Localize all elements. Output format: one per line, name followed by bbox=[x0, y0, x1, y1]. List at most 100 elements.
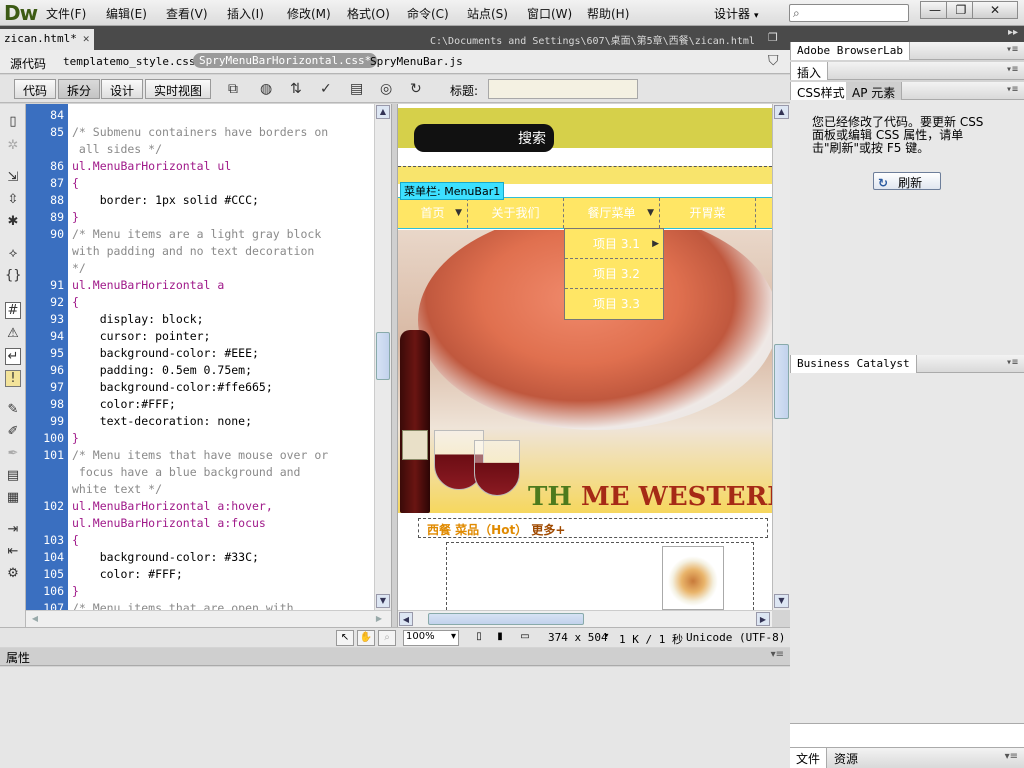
scroll-thumb[interactable] bbox=[376, 332, 390, 380]
visual-aids-icon[interactable]: ▤ bbox=[350, 81, 363, 97]
menubar-item-menu[interactable]: 餐厅菜单 ▼ bbox=[564, 198, 660, 228]
design-horizontal-scrollbar[interactable]: ◀ ▶ bbox=[398, 610, 772, 627]
menubar-item-about[interactable]: 关于我们 bbox=[468, 198, 564, 228]
collapse-selection-icon[interactable]: ⇳ bbox=[5, 192, 21, 207]
apply-comment-icon[interactable]: ✎ bbox=[5, 402, 21, 417]
browserlab-panel-header[interactable]: Adobe BrowserLab ▾≡ bbox=[790, 42, 1024, 60]
panel-menu-icon[interactable]: ▾≡ bbox=[1006, 84, 1018, 95]
menu-site[interactable]: 站点(S) bbox=[467, 5, 508, 22]
related-file-spry-js[interactable]: SpryMenuBar.js bbox=[370, 55, 463, 68]
more-link[interactable]: 更多+ bbox=[531, 523, 565, 537]
multiscreen-icon[interactable]: ⧉ bbox=[228, 81, 238, 97]
code-line[interactable]: border: 1px solid #CCC; bbox=[68, 192, 374, 209]
scroll-down-icon[interactable]: ▼ bbox=[376, 594, 390, 608]
outdent-code-icon[interactable]: ⇤ bbox=[5, 544, 21, 559]
code-line[interactable]: white text */ bbox=[68, 481, 374, 498]
css-styles-tab[interactable]: CSS样式 bbox=[790, 82, 852, 100]
restore-document-icon[interactable]: ❐ bbox=[768, 31, 778, 44]
panel-menu-icon[interactable]: ▾≡ bbox=[1006, 64, 1018, 75]
document-title-input[interactable] bbox=[488, 79, 638, 99]
collapse-panels-icon[interactable]: ▸▸ bbox=[1008, 27, 1018, 38]
submenu-item[interactable]: 项目 3.3 bbox=[565, 289, 663, 319]
browser-preview-icon[interactable]: ◍ bbox=[260, 81, 272, 97]
move-css-icon[interactable]: ▦ bbox=[5, 490, 21, 505]
scroll-right-icon[interactable]: ▶ bbox=[756, 612, 770, 626]
menu-help[interactable]: 帮助(H) bbox=[587, 5, 629, 22]
document-tab[interactable]: zican.html* ✕ bbox=[0, 29, 94, 50]
show-code-navigator-icon[interactable]: ✲ bbox=[5, 138, 21, 153]
design-vertical-scrollbar[interactable]: ▲ ▼ bbox=[772, 104, 790, 610]
code-line[interactable]: all sides */ bbox=[68, 141, 374, 158]
scroll-thumb[interactable] bbox=[774, 344, 789, 419]
code-line[interactable]: } bbox=[68, 209, 374, 226]
code-line[interactable]: /* Submenu containers have borders on bbox=[68, 124, 374, 141]
help-search-input[interactable]: ⌕ bbox=[789, 4, 909, 22]
code-line[interactable]: cursor: pointer; bbox=[68, 328, 374, 345]
site-search-button[interactable]: 搜索 bbox=[414, 124, 554, 152]
line-numbers-icon[interactable]: # bbox=[5, 302, 21, 319]
properties-panel-header[interactable]: 属性 ▾≡ bbox=[0, 648, 790, 666]
expand-all-icon[interactable]: ✱ bbox=[5, 214, 21, 229]
related-file-spry-css[interactable]: SpryMenuBarHorizontal.css* bbox=[193, 53, 378, 68]
scroll-left-icon[interactable]: ◀ bbox=[399, 612, 413, 626]
menubar-tag-label[interactable]: 菜单栏: MenuBar1 bbox=[400, 182, 505, 200]
word-wrap-icon[interactable]: ↵ bbox=[5, 348, 21, 365]
workspace-switcher[interactable]: 设计器 ▾ bbox=[714, 5, 759, 22]
code-line[interactable]: padding: 0.5em 0.75em; bbox=[68, 362, 374, 379]
code-line[interactable]: text-decoration: none; bbox=[68, 413, 374, 430]
menu-view[interactable]: 查看(V) bbox=[166, 5, 208, 22]
menu-modify[interactable]: 修改(M) bbox=[287, 5, 331, 22]
zoom-select[interactable]: 100% ▾ bbox=[403, 630, 459, 646]
filter-icon[interactable]: ⛉ bbox=[768, 53, 779, 69]
recent-snippets-icon[interactable]: ▤ bbox=[5, 468, 21, 483]
collapse-tag-icon[interactable]: ⇲ bbox=[5, 170, 21, 185]
code-line[interactable]: /* Menu items are a light gray block bbox=[68, 226, 374, 243]
code-line[interactable]: ul.MenuBarHorizontal a:focus bbox=[68, 515, 374, 532]
wrap-tag-icon[interactable]: ✒ bbox=[5, 446, 21, 461]
submenu-item[interactable]: 项目 3.2 bbox=[565, 259, 663, 289]
files-tab[interactable]: 文件 bbox=[790, 748, 828, 768]
code-line[interactable]: { bbox=[68, 175, 374, 192]
phone-size-icon[interactable]: ▯ bbox=[470, 630, 488, 646]
panel-menu-icon[interactable]: ▾≡ bbox=[1006, 357, 1018, 368]
menu-commands[interactable]: 命令(C) bbox=[407, 5, 449, 22]
select-parent-tag-icon[interactable]: ⟡ bbox=[5, 246, 21, 261]
code-line[interactable]: { bbox=[68, 532, 374, 549]
code-line[interactable]: display: block; bbox=[68, 311, 374, 328]
close-icon[interactable]: ✕ bbox=[83, 32, 90, 45]
insert-panel-header[interactable]: 插入 ▾≡ bbox=[790, 62, 1024, 80]
code-line[interactable]: with padding and no text decoration bbox=[68, 243, 374, 260]
assets-tab[interactable]: 资源 bbox=[828, 748, 864, 768]
code-line[interactable]: background-color: #33C; bbox=[68, 549, 374, 566]
code-line[interactable]: background-color:#ffe665; bbox=[68, 379, 374, 396]
syntax-error-alerts-icon[interactable]: ! bbox=[5, 370, 21, 387]
w3c-validation-icon[interactable]: ✓ bbox=[320, 81, 332, 97]
highlight-invalid-code-icon[interactable]: ⚠ bbox=[5, 326, 21, 341]
zoom-tool-icon[interactable]: ⌕ bbox=[378, 630, 396, 646]
code-vertical-scrollbar[interactable]: ▲ ▼ bbox=[374, 104, 391, 610]
window-size[interactable]: 374 x 504 bbox=[548, 631, 608, 644]
desktop-size-icon[interactable]: ▭ bbox=[516, 630, 534, 646]
code-line[interactable]: /* Menu items that have mouse over or bbox=[68, 447, 374, 464]
split-view-button[interactable]: 拆分 bbox=[58, 79, 101, 99]
code-line[interactable]: */ bbox=[68, 260, 374, 277]
browserlab-tab[interactable]: Adobe BrowserLab bbox=[790, 42, 910, 60]
scroll-right-icon[interactable]: ▶ bbox=[372, 612, 386, 626]
code-line[interactable]: ul.MenuBarHorizontal a:hover, bbox=[68, 498, 374, 515]
panel-input-area[interactable] bbox=[790, 723, 1024, 747]
code-line[interactable]: ul.MenuBarHorizontal a bbox=[68, 277, 374, 294]
code-line[interactable]: ul.MenuBarHorizontal ul bbox=[68, 158, 374, 175]
submenu-item[interactable]: 项目 3.1 ▶ bbox=[565, 229, 663, 259]
hand-tool-icon[interactable]: ✋ bbox=[357, 630, 375, 646]
scroll-up-icon[interactable]: ▲ bbox=[774, 105, 789, 119]
menu-insert[interactable]: 插入(I) bbox=[227, 5, 264, 22]
design-view[interactable]: 搜索 首页 ▼ 关于我们 餐厅菜单 ▼ 开胃菜 菜单栏: MenuBar1 TH M… bbox=[398, 104, 772, 610]
menu-format[interactable]: 格式(O) bbox=[347, 5, 390, 22]
live-view-button[interactable]: 实时视图 bbox=[145, 79, 212, 99]
code-horizontal-scrollbar[interactable]: ◀ ▶ bbox=[26, 610, 391, 627]
split-divider[interactable] bbox=[391, 104, 398, 627]
menu-file[interactable]: 文件(F) bbox=[46, 5, 86, 22]
refresh-button[interactable]: ↻ 刷新 bbox=[873, 172, 941, 190]
menu-window[interactable]: 窗口(W) bbox=[527, 5, 572, 22]
code-editor[interactable]: /* Submenu containers have borders on al… bbox=[68, 104, 374, 610]
